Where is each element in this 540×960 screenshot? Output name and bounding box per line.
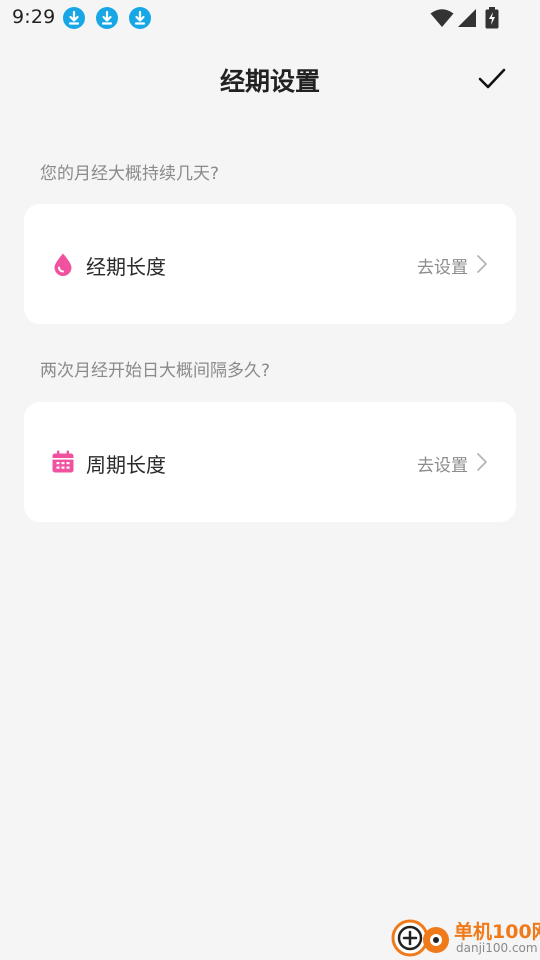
confirm-button[interactable]: [474, 62, 510, 96]
chevron-right-icon: [477, 255, 487, 273]
download-notification-icon: [129, 7, 151, 29]
checkmark-icon: [478, 68, 506, 89]
download-notification-icon: [96, 7, 118, 29]
battery-charging-icon: [485, 7, 499, 29]
go-set-link[interactable]: 去设置: [417, 253, 468, 278]
cycle-length-label: 周期长度: [86, 453, 166, 477]
period-duration-question: 您的月经大概持续几天?: [40, 164, 220, 184]
chevron-right-icon: [477, 453, 487, 471]
period-length-setting[interactable]: 经期长度 去设置: [24, 204, 516, 324]
system-status-icons: [422, 7, 502, 29]
watermark-url: danji100.com: [456, 941, 538, 955]
calendar-icon: [52, 450, 74, 473]
header: 经期设置: [0, 48, 540, 108]
droplet-icon: [54, 253, 72, 276]
download-notification-icon: [63, 7, 85, 29]
period-length-label: 经期长度: [86, 255, 166, 279]
watermark: 单机100网 danji100.com: [390, 916, 540, 960]
status-bar: 9:29: [0, 0, 540, 36]
cycle-interval-question: 两次月经开始日大概间隔多久?: [40, 361, 271, 381]
status-time: 9:29: [12, 6, 56, 28]
page-title: 经期设置: [219, 67, 320, 96]
watermark-logo-icon: [391, 919, 449, 957]
go-set-link[interactable]: 去设置: [417, 451, 468, 476]
cycle-length-setting[interactable]: 周期长度 去设置: [24, 402, 516, 522]
signal-icon: [458, 9, 476, 27]
watermark-title: 单机100网: [454, 921, 540, 943]
wifi-icon: [430, 9, 454, 27]
